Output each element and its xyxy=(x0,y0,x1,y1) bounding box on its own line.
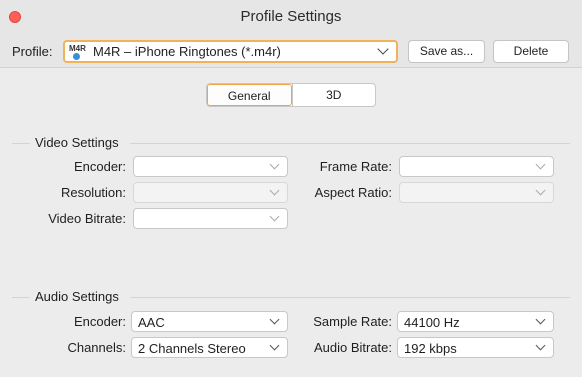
aspect-ratio-select[interactable] xyxy=(399,182,554,203)
delete-button[interactable]: Delete xyxy=(493,40,569,63)
channels-label: Channels: xyxy=(67,340,126,355)
chevron-down-icon xyxy=(535,185,546,196)
channels-select[interactable]: 2 Channels Stereo xyxy=(131,337,288,358)
m4r-file-icon: M4R xyxy=(69,44,87,60)
video-bitrate-select[interactable] xyxy=(133,208,288,229)
aspect-ratio-label: Aspect Ratio: xyxy=(314,185,392,200)
chevron-down-icon xyxy=(269,159,280,170)
video-bitrate-label: Video Bitrate: xyxy=(48,211,126,226)
tab-general[interactable]: General xyxy=(207,84,292,106)
save-as-button[interactable]: Save as... xyxy=(408,40,485,63)
divider xyxy=(130,143,570,144)
title-bar: Profile Settings xyxy=(0,0,582,34)
chevron-down-icon xyxy=(377,43,389,55)
window-title: Profile Settings xyxy=(240,8,342,25)
chevron-down-icon xyxy=(269,314,280,325)
chevron-down-icon xyxy=(535,314,546,325)
settings-tabs: General 3D xyxy=(206,83,376,107)
chevron-down-icon xyxy=(535,159,546,170)
sample-rate-label: Sample Rate: xyxy=(313,314,392,329)
profile-label: Profile: xyxy=(12,44,53,59)
video-encoder-label: Encoder: xyxy=(73,159,126,174)
chevron-down-icon xyxy=(269,185,280,196)
audio-bitrate-select[interactable]: 192 kbps xyxy=(397,337,554,358)
tab-3d[interactable]: 3D xyxy=(291,84,376,106)
audio-bitrate-label: Audio Bitrate: xyxy=(313,340,392,355)
divider xyxy=(12,143,30,144)
video-encoder-select[interactable] xyxy=(133,156,288,177)
profile-select[interactable]: M4R M4R – iPhone Ringtones (*.m4r) xyxy=(63,40,398,63)
audio-encoder-select[interactable]: AAC xyxy=(131,311,288,332)
frame-rate-select[interactable] xyxy=(399,156,554,177)
resolution-label: Resolution: xyxy=(60,185,126,200)
divider xyxy=(12,297,30,298)
chevron-down-icon xyxy=(269,211,280,222)
video-settings-title: Video Settings xyxy=(35,135,119,150)
chevron-down-icon xyxy=(269,340,280,351)
audio-settings-title: Audio Settings xyxy=(35,289,119,304)
chevron-down-icon xyxy=(535,340,546,351)
frame-rate-label: Frame Rate: xyxy=(319,159,392,174)
sample-rate-select[interactable]: 44100 Hz xyxy=(397,311,554,332)
audio-encoder-label: Encoder: xyxy=(73,314,126,329)
profile-selected-value: M4R – iPhone Ringtones (*.m4r) xyxy=(93,44,281,59)
resolution-select[interactable] xyxy=(133,182,288,203)
divider xyxy=(130,297,570,298)
